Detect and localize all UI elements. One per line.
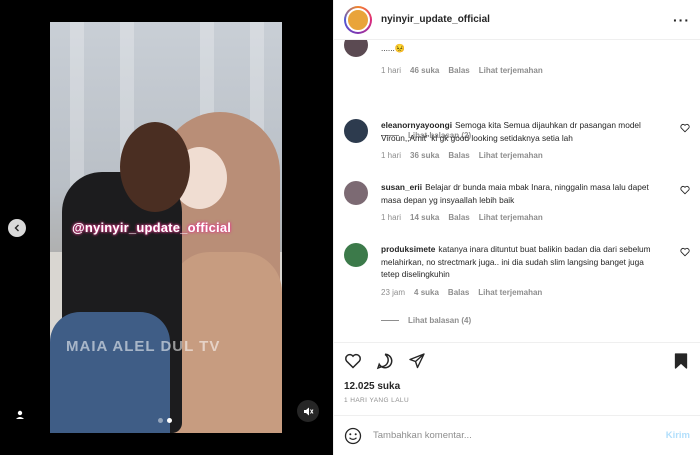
comment-input[interactable]	[373, 430, 666, 441]
comment-time[interactable]: 23 jam	[381, 287, 405, 300]
post-comment-button[interactable]: Kirim	[666, 430, 690, 441]
jeans-shape	[50, 312, 170, 433]
translate-button[interactable]: Lihat terjemahan	[478, 287, 542, 300]
replies-divider	[381, 320, 399, 321]
like-comment-heart-icon[interactable]	[680, 185, 690, 195]
like-heart-icon[interactable]	[344, 352, 362, 370]
like-comment-heart-icon[interactable]	[680, 123, 690, 133]
comment-username[interactable]: susan_erii	[381, 182, 422, 192]
user-icon	[12, 407, 28, 423]
comment-time[interactable]: 1 hari	[381, 65, 401, 78]
reply-button[interactable]: Balas	[448, 65, 469, 78]
chevron-left-icon	[14, 224, 19, 232]
commenter-avatar[interactable]	[344, 181, 368, 205]
reply-button[interactable]: Balas	[448, 212, 469, 225]
hair-shape	[120, 122, 190, 212]
post-timestamp[interactable]: 1 HARI YANG LALU	[344, 397, 409, 404]
comments-list: ......😣 1 hari 46 suka Balas Lihat terje…	[334, 40, 700, 340]
commenter-avatar[interactable]	[344, 119, 368, 143]
author-avatar[interactable]	[344, 5, 372, 34]
like-count[interactable]: 12.025 suka	[344, 381, 400, 392]
comment-time[interactable]: 1 hari	[381, 212, 401, 225]
more-options-icon[interactable]: ···	[673, 12, 690, 28]
reply-button[interactable]: Balas	[448, 150, 469, 163]
media-pane: @nyinyir_update_official MAIA ALEL DUL T…	[0, 0, 333, 455]
comment-likes[interactable]: 46 suka	[410, 65, 439, 78]
post-video[interactable]: @nyinyir_update_official MAIA ALEL DUL T…	[50, 22, 282, 433]
video-watermark: @nyinyir_update_official	[72, 220, 232, 235]
bookmark-icon[interactable]	[672, 352, 690, 370]
speaker-muted-icon	[303, 407, 313, 415]
comment-time[interactable]: 1 hari	[381, 150, 401, 163]
comment-likes[interactable]: 36 suka	[410, 150, 439, 163]
comment-username[interactable]: produksimete	[381, 244, 435, 254]
translate-button[interactable]: Lihat terjemahan	[479, 212, 543, 225]
carousel-dot-active	[167, 418, 172, 423]
comment-likes[interactable]: 14 suka	[410, 212, 439, 225]
carousel-indicator	[158, 418, 172, 423]
view-replies-label: Lihat balasan (4)	[408, 316, 472, 325]
author-username[interactable]: nyinyir_update_official	[381, 14, 490, 25]
comment-composer: Kirim	[334, 415, 700, 455]
comment-text: ......😣	[381, 43, 406, 53]
post-header: nyinyir_update_official ···	[334, 0, 700, 40]
translate-button[interactable]: Lihat terjemahan	[479, 65, 543, 78]
video-watermark-secondary: MAIA ALEL DUL TV	[66, 338, 221, 355]
view-replies-button[interactable]: Lihat balasan (4)	[381, 316, 471, 325]
like-comment-heart-icon[interactable]	[680, 247, 690, 257]
commenter-avatar[interactable]	[344, 40, 368, 57]
mute-button[interactable]	[297, 400, 319, 422]
comment-username[interactable]: eleanornyayoongi	[381, 120, 452, 130]
post-actions-bar	[334, 342, 700, 378]
share-send-icon[interactable]	[408, 352, 426, 370]
translate-button[interactable]: Lihat terjemahan	[479, 150, 543, 163]
comment-likes[interactable]: 4 suka	[414, 287, 439, 300]
emoji-icon[interactable]	[344, 427, 362, 445]
comment-bubble-icon[interactable]	[376, 352, 394, 370]
tagged-users-button[interactable]	[11, 406, 29, 424]
commenter-avatar[interactable]	[344, 243, 368, 267]
post-side-panel: nyinyir_update_official ··· ......😣 1 ha…	[333, 0, 700, 455]
author-avatar-image	[346, 7, 370, 32]
reply-button[interactable]: Balas	[448, 287, 469, 300]
carousel-dot	[158, 418, 163, 423]
carousel-prev-button[interactable]	[8, 219, 26, 237]
